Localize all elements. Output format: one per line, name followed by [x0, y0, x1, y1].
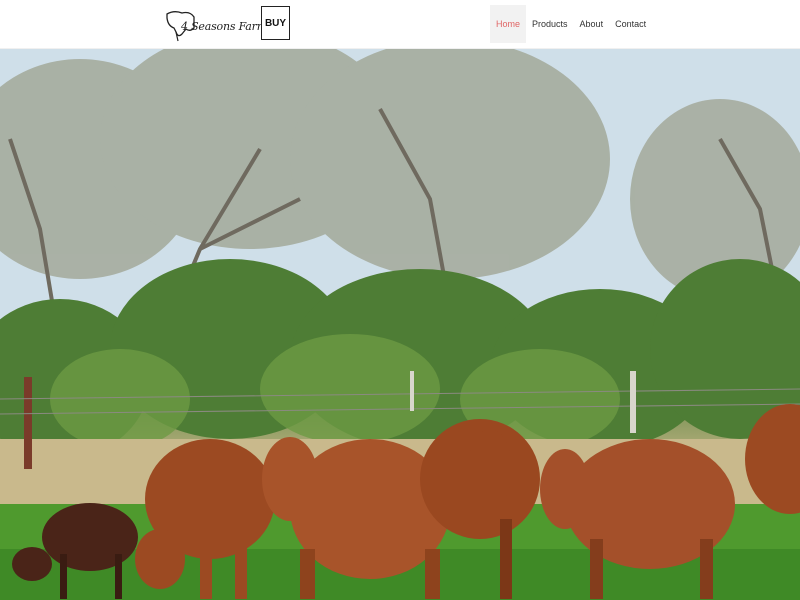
- buy-button[interactable]: BUY: [261, 6, 290, 40]
- farm-logo[interactable]: 4 Seasons Farm: [164, 8, 267, 42]
- navbar: 4 Seasons Farm BUY Home Products About C…: [0, 0, 800, 49]
- main-nav: Home Products About Contact: [490, 5, 652, 43]
- nav-home[interactable]: Home: [490, 5, 527, 43]
- nav-contact[interactable]: Contact: [609, 5, 652, 43]
- hero-image: [0, 49, 800, 600]
- nav-about[interactable]: About: [574, 5, 610, 43]
- logo-text: 4 Seasons Farm: [181, 20, 267, 33]
- nav-products[interactable]: Products: [526, 5, 574, 43]
- cattle-pasture-illustration: [0, 49, 800, 600]
